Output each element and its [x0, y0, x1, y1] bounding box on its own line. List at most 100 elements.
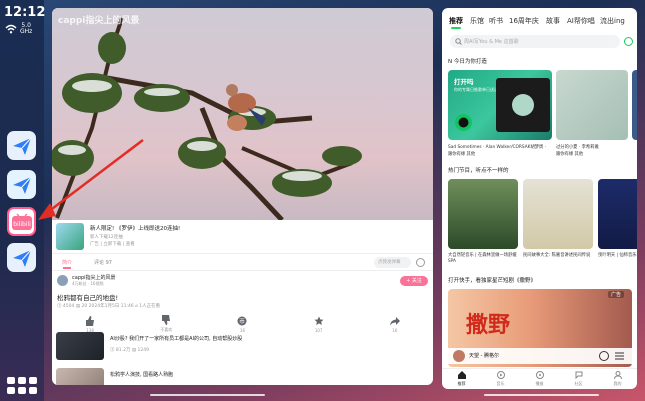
tab-audiobooks[interactable]: 听书 — [489, 16, 503, 26]
daily-cards: 打开吗 你的专属日推歌单已送达 根据每日推荐生成 — [448, 70, 637, 142]
wifi-icon — [5, 24, 17, 34]
uploader-stats: 4万粉丝 · 16视频 — [72, 281, 104, 286]
bilibili-logo-icon: bilibili — [11, 213, 32, 230]
nav-label: 社区 — [574, 381, 583, 386]
ad-subtitle: 新人下载12连抽 — [90, 235, 123, 240]
radio-icon — [535, 371, 544, 379]
mini-player[interactable]: 天望 - 腾格尔 — [448, 348, 632, 364]
video-player[interactable]: cappi指尖上的风景 — [52, 8, 433, 220]
program-caption: 民间故事大全: 陈嘉音讲述民间传说 — [523, 253, 591, 258]
section-drama-title: 打开快手，看独家星芒短剧《撒野》 — [448, 278, 537, 284]
coin-icon: 币 — [237, 316, 247, 325]
daily-recommend-card[interactable]: 打开吗 你的专属日推歌单已送达 根据每日推荐生成 — [448, 70, 552, 140]
grid-dot — [28, 376, 37, 384]
section-hot-title: 热门节目，听点不一样的 — [448, 168, 509, 174]
chat-icon — [575, 371, 582, 379]
video-meta: ⓵ 4504 ▤ 20 2024年1月5日 11:46 ⌀ 1人正在看 — [57, 304, 161, 309]
dock-app-feishu-2[interactable] — [7, 170, 36, 199]
card-caption-sub: 跟你有缘 其他 — [448, 152, 476, 157]
home-indicator-left[interactable] — [150, 394, 265, 396]
thumbs-down-icon — [162, 315, 171, 325]
wifi-indicator: 5.0 GHz — [5, 23, 32, 35]
uploader-name[interactable]: cappi指尖上的风景 — [72, 274, 116, 281]
nav-music[interactable]: 音乐 — [486, 369, 516, 389]
search-icon — [455, 38, 462, 45]
section-daily-title: N 今日为你打造 — [448, 59, 487, 65]
nav-profile[interactable]: 我的 — [603, 369, 633, 389]
program-caption: 曳叶明天 | 仙师音乐 — [598, 253, 637, 258]
card-caption: Sad Sometimes · Alan Walker/CORSAK胡梦周 · — [448, 145, 547, 150]
ad-notice[interactable]: 新人限定! 《罗伊》上线即送20连抽! 新人下载12连抽 广告 | 立即下载 |… — [52, 220, 433, 254]
album-cover — [496, 78, 550, 132]
related-video[interactable]: 松鸦学人演技, 国看路人熟胞 — [52, 368, 433, 385]
program-card[interactable] — [523, 179, 593, 249]
tab-library[interactable]: 乐馆 — [470, 16, 484, 26]
uploader-row: cappi指尖上的风景 4万粉丝 · 16视频 + 关注 — [52, 271, 433, 289]
paper-plane-icon — [12, 176, 31, 194]
star-icon — [314, 316, 324, 325]
thumbs-up-icon — [86, 315, 95, 326]
grid-dot — [17, 386, 26, 394]
tab-ai-sing[interactable]: AI帮你唱 — [567, 16, 595, 26]
related-video-title: AI炒股? 我们开了一家所有员工都是AI的公司, 自动帮股炒股 — [110, 336, 243, 342]
home-indicator-right[interactable] — [484, 394, 599, 396]
danmu-toggle-icon[interactable] — [416, 258, 425, 267]
tab-anniversary[interactable]: 16周年庆 — [509, 16, 539, 26]
dock-app-feishu[interactable] — [7, 131, 36, 160]
related-video-thumbnail — [56, 368, 104, 385]
related-video[interactable]: AI炒股? 我们开了一家所有员工都是AI的公司, 自动帮股炒股 ⓵ 81.2万 … — [52, 332, 433, 362]
scan-icon[interactable] — [624, 37, 633, 46]
video-watermark: cappi指尖上的风景 — [58, 16, 140, 26]
banner-title: 撒野 — [466, 312, 511, 338]
nav-play[interactable]: 播放 — [525, 369, 555, 389]
tab-trending[interactable]: 流出ing — [600, 16, 625, 26]
share-icon — [389, 316, 400, 325]
tab-intro[interactable]: 简介 — [62, 259, 72, 269]
ad-badge: 广告 — [608, 291, 625, 298]
ad-thumbnail — [56, 223, 84, 250]
nav-community[interactable]: 社区 — [564, 369, 594, 389]
video-frame-illustration — [52, 17, 362, 220]
hot-programs — [448, 179, 637, 251]
paper-plane-icon — [12, 137, 31, 155]
bilibili-window: cappi指尖上的风景 新人限定! 《罗伊》上线即送20连抽! 新人下载12连抽… — [52, 8, 433, 385]
song-card-partial[interactable] — [632, 70, 637, 140]
card-caption-sub: 跟你有缘 其他 — [556, 152, 584, 157]
card-title: 打开吗 — [454, 78, 474, 86]
avatar[interactable] — [57, 275, 68, 286]
ad-meta: 广告 | 立即下载 | 查看 — [90, 242, 135, 247]
music-top-tabs: 推荐 乐馆 听书 16周年庆 故事 AI帮你唱 流出ing — [442, 16, 637, 30]
program-card[interactable] — [448, 179, 518, 249]
tab-comments[interactable]: 评论 97 — [94, 259, 112, 266]
dock-app-feishu-docs[interactable] — [7, 243, 36, 272]
svg-text:币: 币 — [239, 318, 245, 325]
nav-label: 我的 — [613, 381, 622, 386]
related-video-thumbnail — [56, 332, 104, 360]
related-video-title: 松鸦学人演技, 国看路人熟胞 — [110, 372, 174, 378]
program-card[interactable] — [598, 179, 637, 249]
nav-label: 播放 — [535, 381, 544, 386]
nav-recommend[interactable]: 推荐 — [447, 369, 477, 389]
wifi-band-unit: GHz — [20, 28, 33, 35]
music-search-input[interactable]: 周AI写You & Me 这首歌 — [450, 35, 620, 48]
search-placeholder: 周AI写You & Me 这首歌 — [464, 39, 519, 45]
user-icon — [613, 371, 622, 379]
follow-button[interactable]: + 关注 — [400, 276, 428, 286]
play-button[interactable] — [455, 114, 472, 131]
dock-app-bilibili[interactable]: bilibili — [7, 207, 36, 236]
nav-label: 推荐 — [457, 381, 466, 386]
song-card[interactable] — [556, 70, 628, 140]
side-dock: 12:12 5.0 GHz bilibili — [0, 0, 45, 401]
danmu-input[interactable]: 点我发弹幕 — [374, 257, 411, 268]
home-icon — [457, 371, 466, 379]
playlist-icon[interactable] — [615, 352, 624, 360]
tab-recommend[interactable]: 推荐 — [449, 16, 463, 29]
grid-dot — [6, 376, 15, 384]
music-window: 推荐 乐馆 听书 16周年庆 故事 AI帮你唱 流出ing 周AI写You & … — [442, 8, 637, 389]
tab-stories[interactable]: 故事 — [546, 16, 560, 26]
grid-dot — [28, 386, 37, 394]
app-library-button[interactable] — [6, 375, 37, 395]
play-icon — [458, 117, 469, 128]
nav-label: 音乐 — [496, 381, 505, 386]
play-pause-button[interactable] — [599, 351, 609, 361]
